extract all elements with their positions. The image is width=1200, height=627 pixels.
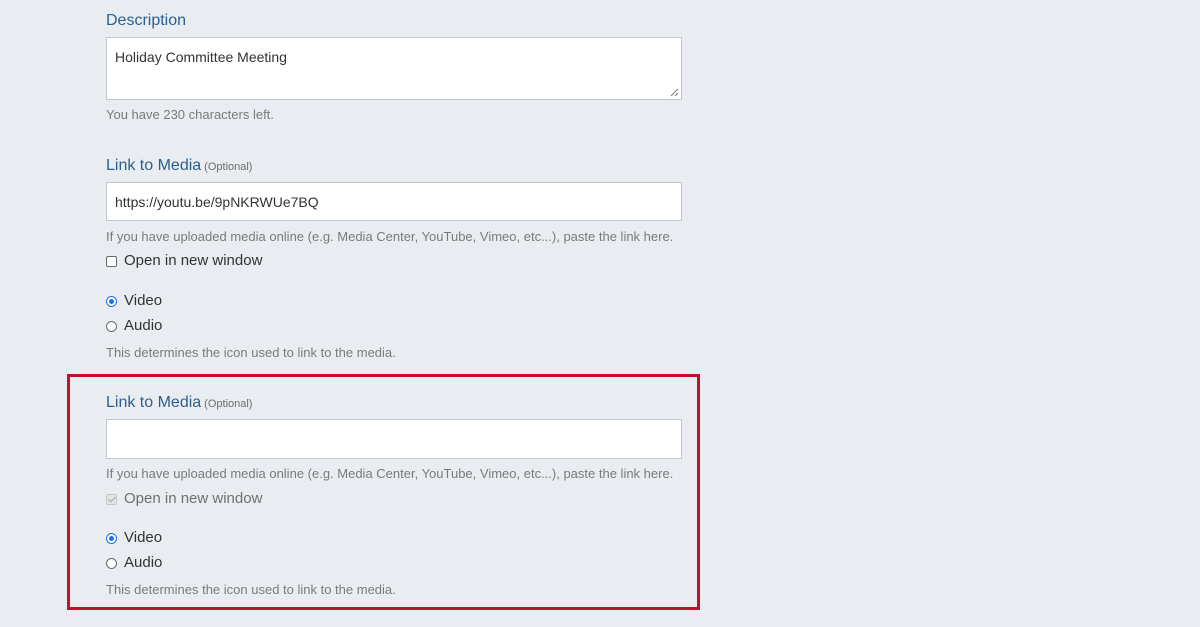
open-new-window-option[interactable]: Open in new window: [106, 251, 262, 271]
media-link-input[interactable]: https://youtu.be/9pNKRWUe7BQ: [106, 182, 682, 221]
media-link-label-2: Link to Media (Optional): [106, 393, 252, 414]
audio-radio[interactable]: [106, 320, 117, 332]
audio-radio-label[interactable]: Audio: [124, 316, 162, 336]
media-type-help: This determines the icon used to link to…: [106, 345, 396, 360]
optional-tag-2: (Optional): [204, 398, 253, 410]
media-link-label-text-2: Link to Media: [106, 394, 202, 411]
open-new-window-checkbox-2: [106, 493, 117, 505]
video-radio-2[interactable]: [106, 532, 117, 544]
open-new-window-label[interactable]: Open in new window: [124, 251, 262, 271]
media-link-value: https://youtu.be/9pNKRWUe7BQ: [115, 194, 319, 210]
optional-tag: (Optional): [204, 161, 253, 173]
media-type-video-option[interactable]: Video: [106, 291, 162, 311]
media-type-audio-option[interactable]: Audio: [106, 316, 162, 336]
audio-radio-2[interactable]: [106, 557, 117, 569]
audio-radio-label-2[interactable]: Audio: [124, 553, 162, 573]
resize-grip-icon[interactable]: [670, 88, 679, 97]
media-link-help: If you have uploaded media online (e.g. …: [106, 229, 674, 244]
media-type-video-option-2[interactable]: Video: [106, 528, 162, 548]
media-link-label: Link to Media (Optional): [106, 156, 252, 177]
description-textarea[interactable]: Holiday Committee Meeting: [106, 37, 682, 100]
description-value: Holiday Committee Meeting: [115, 49, 287, 65]
open-new-window-checkbox[interactable]: [106, 255, 117, 267]
media-type-audio-option-2[interactable]: Audio: [106, 553, 162, 573]
media-link-label-text: Link to Media: [106, 157, 202, 174]
open-new-window-label-2: Open in new window: [124, 490, 263, 507]
open-new-window-option-2: Open in new window: [106, 489, 262, 509]
video-radio-label-2[interactable]: Video: [124, 528, 162, 548]
media-link-help-2: If you have uploaded media online (e.g. …: [106, 466, 674, 481]
video-radio[interactable]: [106, 295, 117, 307]
description-label: Description: [106, 12, 187, 29]
media-link-input-2[interactable]: [106, 419, 682, 459]
video-radio-label[interactable]: Video: [124, 291, 162, 311]
media-type-help-2: This determines the icon used to link to…: [106, 582, 396, 597]
description-char-count: You have 230 characters left.: [106, 107, 274, 122]
